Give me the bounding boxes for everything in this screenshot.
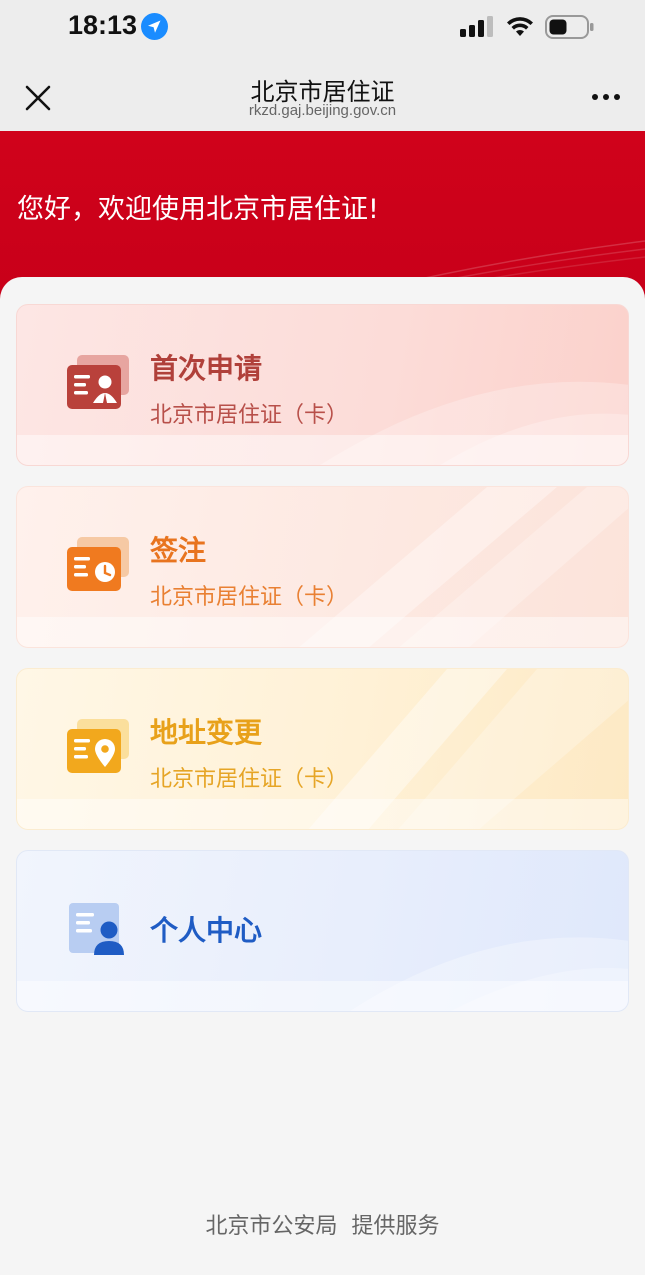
card-bottom-strip [17,617,628,647]
card-title: 地址变更 [150,716,263,749]
footer-provider: 北京市公安局 [205,1214,338,1239]
personal-center-card[interactable]: 个人中心 [16,850,629,1012]
address-change-card[interactable]: 地址变更 北京市居住证（卡） [16,668,629,830]
card-title: 首次申请 [150,352,263,385]
card-subtitle: 北京市居住证（卡） [150,403,349,428]
battery-icon [545,15,594,39]
status-bar: 18:13 [0,0,645,56]
footer-service: 提供服务 [351,1214,440,1239]
card-title: 个人中心 [150,914,263,947]
main-panel: 首次申请 北京市居住证（卡） 签注 北京市居住证（卡） 地址变更 北京市居住证（… [0,277,645,1275]
welcome-banner: 您好，欢迎使用北京市居住证! [0,131,645,301]
nav-bar: 北京市居住证 rkzd.gaj.beijing.gov.cn [0,56,645,131]
card-bottom-strip [17,981,628,1011]
id-card-person-icon [67,355,129,409]
location-arrow-icon [141,13,168,40]
card-subtitle: 北京市居住证（卡） [150,767,349,792]
id-card-location-icon [67,719,129,773]
screen: 18:13 北京市居住证 rkzd.gaj.beijing.gov.cn 您好，… [0,0,645,1275]
card-subtitle: 北京市居住证（卡） [150,585,349,610]
card-bottom-strip [17,799,628,829]
footer: 北京市公安局 提供服务 [0,1208,645,1240]
status-time: 18:13 [68,10,138,40]
card-title: 签注 [150,534,207,567]
page-url: rkzd.gaj.beijing.gov.cn [248,102,397,119]
card-bottom-strip [17,435,628,465]
user-profile-icon [69,903,124,955]
wifi-icon [507,17,533,36]
endorsement-card[interactable]: 签注 北京市居住证（卡） [16,486,629,648]
first-application-card[interactable]: 首次申请 北京市居住证（卡） [16,304,629,466]
more-icon[interactable] [590,90,622,104]
cellular-signal-icon [460,16,493,37]
welcome-message: 您好，欢迎使用北京市居住证! [17,194,379,225]
id-card-clock-icon [67,537,129,591]
